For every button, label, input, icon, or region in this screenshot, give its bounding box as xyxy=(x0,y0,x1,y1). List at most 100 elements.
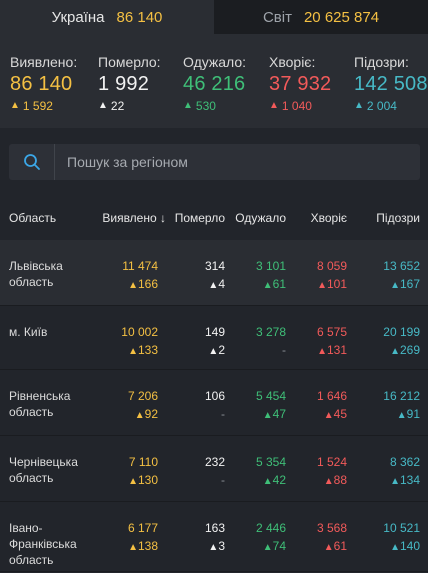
summary-stats: Виявлено: 86 140 ▲ 1 592 Померло: 1 992 ▲… xyxy=(0,34,428,128)
cell-confirmed: 6 177 ▲ 138 xyxy=(128,520,158,554)
sick-value: 8 059 xyxy=(316,259,347,273)
deaths-delta-value: 4 xyxy=(218,277,225,291)
search-input[interactable] xyxy=(55,144,420,180)
confirmed-delta-value: 133 xyxy=(137,343,158,357)
recovered-delta-value: 47 xyxy=(272,407,286,421)
cell-recovered: 3 101 ▲ 61 xyxy=(256,258,286,292)
sick-delta: ▲ 61 xyxy=(317,538,347,554)
arrow-up-icon: ▲ xyxy=(323,476,334,487)
header-sick[interactable]: Хворіє xyxy=(311,211,347,225)
suspected-delta-value: 91 xyxy=(406,407,420,421)
recovered-delta-empty: - xyxy=(282,343,286,357)
region-name: м. Київ xyxy=(9,324,99,340)
stat-suspected-value: 142 508 xyxy=(354,73,428,95)
cell-suspected: 16 212 ▲ 91 xyxy=(383,388,420,422)
sick-delta: ▲ 101 xyxy=(317,276,347,292)
stat-recovered-delta-value: 530 xyxy=(195,99,216,113)
stat-suspected-delta: ▲ 2 004 xyxy=(354,99,428,113)
region-name-line: Рівненська xyxy=(9,389,71,403)
suspected-delta-value: 269 xyxy=(399,343,420,357)
confirmed-value: 11 474 xyxy=(122,259,158,273)
header-deaths[interactable]: Померло xyxy=(175,211,225,225)
table-row[interactable]: м. Київ 10 002 ▲ 133 149 ▲ 2 3 278 - 6 575 ▲ 131… xyxy=(0,306,428,370)
cell-recovered: 5 354 ▲ 42 xyxy=(256,454,286,488)
stat-confirmed-delta-value: 1 592 xyxy=(22,99,53,113)
table-row[interactable]: Львівська область 11 474 ▲ 166 314 ▲ 4 3 101 ▲ … xyxy=(0,240,428,306)
search-bar xyxy=(9,144,420,180)
arrow-up-icon: ▲ xyxy=(98,100,108,111)
arrow-up-icon: ▲ xyxy=(208,280,219,291)
tab-world[interactable]: Світ 20 625 874 xyxy=(214,0,428,34)
stat-recovered-delta: ▲ 530 xyxy=(183,99,246,113)
suspected-value: 8 362 xyxy=(389,455,420,469)
arrow-up-icon: ▲ xyxy=(317,346,327,357)
cell-deaths: 106 - xyxy=(205,388,225,422)
cell-sick: 1 524 ▲ 88 xyxy=(317,454,347,488)
header-recovered[interactable]: Одужало xyxy=(235,211,286,225)
confirmed-value: 6 177 xyxy=(127,521,158,535)
tab-ukraine[interactable]: Україна 86 140 xyxy=(0,0,214,34)
region-name-line: область xyxy=(9,471,54,485)
header-confirmed-label: Виявлено xyxy=(102,211,157,225)
sick-delta-value: 88 xyxy=(333,473,347,487)
confirmed-delta: ▲ 138 xyxy=(128,538,158,554)
recovered-delta: ▲ 61 xyxy=(256,276,286,292)
suspected-delta-value: 134 xyxy=(399,473,420,487)
region-name-line: область xyxy=(9,275,54,289)
sick-delta: ▲ 88 xyxy=(317,472,347,488)
stat-suspected-delta-value: 2 004 xyxy=(366,99,397,113)
recovered-delta-value: 74 xyxy=(272,539,286,553)
arrow-up-icon: ▲ xyxy=(128,542,138,553)
stat-deaths-delta: ▲ 22 xyxy=(98,99,161,113)
tab-ukraine-count: 86 140 xyxy=(116,8,163,26)
search-icon[interactable] xyxy=(9,144,55,180)
table-row[interactable]: Рівненська область 7 206 ▲ 92 106 - 5 454 ▲ 47 1… xyxy=(0,370,428,436)
stat-confirmed-delta: ▲ 1 592 xyxy=(10,99,77,113)
deaths-value: 149 xyxy=(204,325,225,339)
confirmed-value: 7 206 xyxy=(127,389,158,403)
arrow-up-icon: ▲ xyxy=(323,410,334,421)
arrow-up-icon: ▲ xyxy=(390,542,400,553)
arrow-up-icon: ▲ xyxy=(128,346,138,357)
cell-sick: 8 059 ▲ 101 xyxy=(317,258,347,292)
cell-confirmed: 11 474 ▲ 166 xyxy=(122,258,158,292)
arrow-up-icon: ▲ xyxy=(323,542,334,553)
suspected-delta: ▲ 91 xyxy=(383,406,420,422)
cell-suspected: 10 521 ▲ 140 xyxy=(383,520,420,554)
confirmed-delta: ▲ 166 xyxy=(122,276,158,292)
region-name: Львівська область xyxy=(9,258,99,290)
stat-deaths-value: 1 992 xyxy=(98,73,150,95)
stat-suspected-label: Підозри: xyxy=(354,54,409,70)
header-suspected[interactable]: Підозри xyxy=(376,211,420,225)
header-region[interactable]: Область xyxy=(9,211,56,225)
arrow-up-icon: ▲ xyxy=(262,410,273,421)
arrow-up-icon: ▲ xyxy=(396,410,407,421)
suspected-value: 20 199 xyxy=(383,325,420,339)
header-confirmed[interactable]: Виявлено ↓ xyxy=(102,211,166,225)
stat-deaths-delta-value: 22 xyxy=(110,99,125,113)
sick-delta-value: 101 xyxy=(326,277,347,291)
arrow-up-icon: ▲ xyxy=(128,280,138,291)
table-row[interactable]: Івано- Франківська область 6 177 ▲ 138 163 ▲ 3… xyxy=(0,502,428,572)
deaths-delta: ▲ 2 xyxy=(205,342,225,358)
region-name: Чернівецька область xyxy=(9,454,99,486)
cell-sick: 3 568 ▲ 61 xyxy=(317,520,347,554)
table-row[interactable]: Чернівецька область 7 110 ▲ 130 232 - 5 354 ▲ 4… xyxy=(0,436,428,502)
cell-deaths: 163 ▲ 3 xyxy=(205,520,225,554)
deaths-delta: ▲ 3 xyxy=(205,538,225,554)
sick-value: 1 646 xyxy=(316,389,347,403)
tab-world-label: Світ xyxy=(262,8,292,26)
sick-delta-value: 45 xyxy=(333,407,347,421)
cell-suspected: 8 362 ▲ 134 xyxy=(390,454,420,488)
recovered-value: 5 354 xyxy=(255,455,286,469)
region-name-line: область xyxy=(9,553,54,567)
recovered-delta-value: 61 xyxy=(272,277,286,291)
sick-value: 3 568 xyxy=(316,521,347,535)
suspected-delta: ▲ 134 xyxy=(390,472,420,488)
deaths-value: 314 xyxy=(204,259,225,273)
region-name-line: Чернівецька xyxy=(9,455,78,469)
region-name: Івано- Франківська область xyxy=(9,520,99,568)
region-tabs: Україна 86 140 Світ 20 625 874 xyxy=(0,0,428,34)
cell-confirmed: 7 206 ▲ 92 xyxy=(128,388,158,422)
stat-sick-value: 37 932 xyxy=(269,73,332,95)
